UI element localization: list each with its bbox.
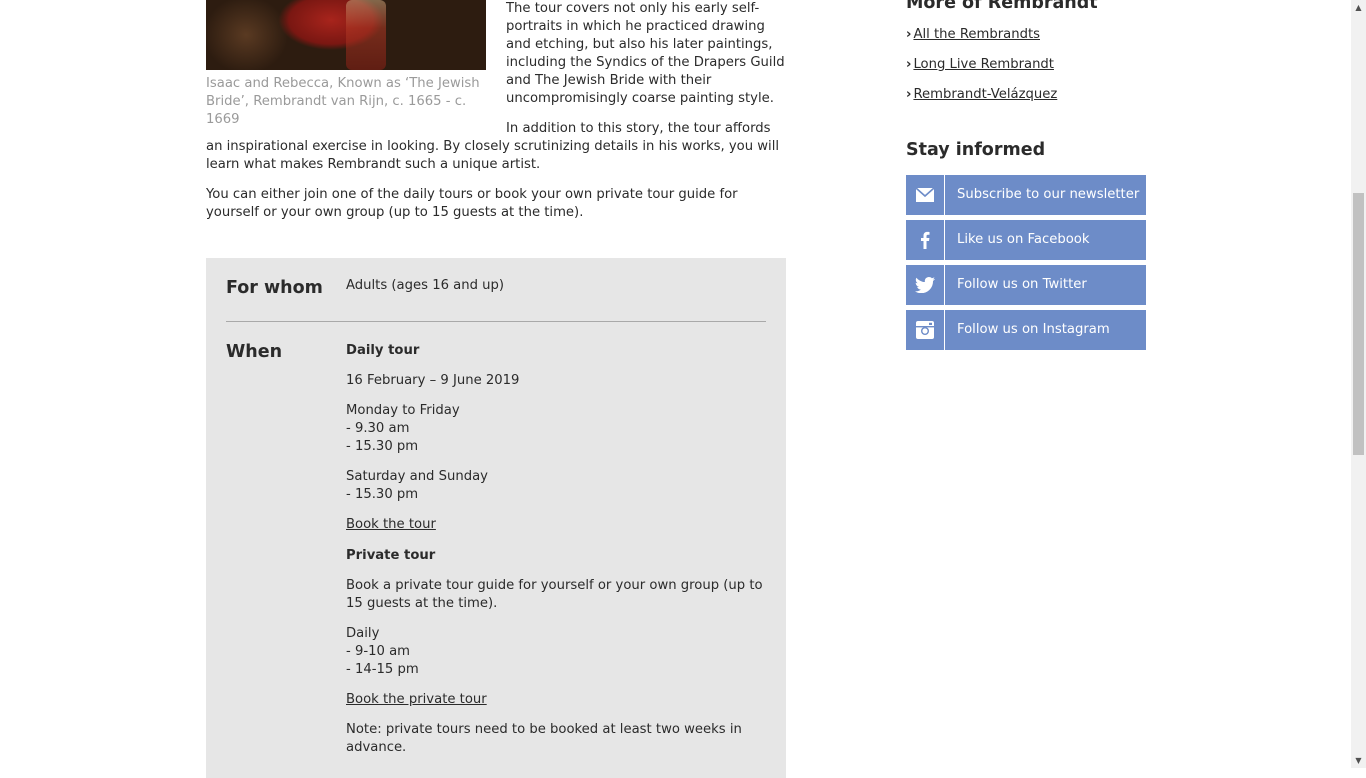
sidebar-link-all-rembrandts[interactable]: › All the Rembrandts (906, 26, 1040, 44)
booking-note: Note: private tours need to be booked at… (346, 722, 742, 755)
twitter-label: Follow us on Twitter (957, 277, 1087, 292)
facebook-label: Like us on Facebook (957, 232, 1090, 247)
facebook-icon (906, 220, 945, 260)
twitter-icon (906, 265, 945, 305)
sidebar-link-label[interactable]: Long Live Rembrandt (913, 57, 1054, 72)
article-paragraph-3: You can either join one of the daily tou… (206, 187, 738, 220)
article-paragraph-2: In addition to this story, the tour affo… (206, 121, 780, 172)
instagram-icon (906, 310, 945, 350)
weekday-time-1: - 9.30 am (346, 421, 410, 436)
sidebar-link-label[interactable]: Rembrandt-Velázquez (913, 87, 1057, 102)
instagram-label: Follow us on Instagram (957, 322, 1110, 337)
newsletter-button[interactable]: Subscribe to our newsletter (906, 175, 1146, 215)
book-tour-link[interactable]: Book the tour (346, 517, 436, 532)
daily-tour-dates: 16 February – 9 June 2019 (346, 373, 520, 388)
scrollbar-thumb[interactable] (1353, 193, 1364, 455)
chevron-right-icon: › (906, 57, 912, 72)
chevron-right-icon: › (906, 27, 912, 42)
instagram-button[interactable]: Follow us on Instagram (906, 310, 1146, 350)
weekday-time-2: - 15.30 pm (346, 439, 419, 454)
divider (226, 321, 766, 322)
private-time-1: - 9-10 am (346, 644, 410, 659)
private-daily-label: Daily (346, 626, 380, 641)
daily-tour-title: Daily tour (346, 343, 420, 358)
when-label: When (226, 342, 283, 362)
book-private-tour-link[interactable]: Book the private tour (346, 692, 487, 707)
newsletter-label: Subscribe to our newsletter (957, 187, 1140, 202)
weekday-label: Monday to Friday (346, 403, 460, 418)
vertical-scrollbar[interactable]: ▲ ▼ (1351, 0, 1366, 768)
more-of-rembrandt-heading: More of Rembrandt (906, 0, 1098, 13)
private-tour-title: Private tour (346, 548, 436, 563)
article-paragraph-1: The tour covers not only his early self-… (506, 1, 785, 106)
for-whom-value: Adults (ages 16 and up) (346, 278, 505, 293)
artwork-image (206, 0, 486, 70)
chevron-right-icon: › (906, 87, 912, 102)
stay-informed-heading: Stay informed (906, 140, 1046, 160)
sidebar-link-rembrandt-velazquez[interactable]: › Rembrandt-Velázquez (906, 86, 1057, 104)
private-tour-description: Book a private tour guide for yourself o… (346, 578, 763, 611)
facebook-button[interactable]: Like us on Facebook (906, 220, 1146, 260)
private-time-2: - 14-15 pm (346, 662, 419, 677)
sidebar-link-long-live-rembrandt[interactable]: › Long Live Rembrandt (906, 56, 1054, 74)
weekend-time-1: - 15.30 pm (346, 487, 419, 502)
sidebar-link-label[interactable]: All the Rembrandts (913, 27, 1040, 42)
scroll-down-arrow-icon[interactable]: ▼ (1351, 753, 1366, 768)
tour-info-box: For whom Adults (ages 16 and up) When Da… (206, 258, 786, 778)
scroll-up-arrow-icon[interactable]: ▲ (1351, 0, 1366, 15)
for-whom-label: For whom (226, 278, 323, 298)
twitter-button[interactable]: Follow us on Twitter (906, 265, 1146, 305)
weekend-label: Saturday and Sunday (346, 469, 488, 484)
envelope-icon (906, 175, 945, 215)
